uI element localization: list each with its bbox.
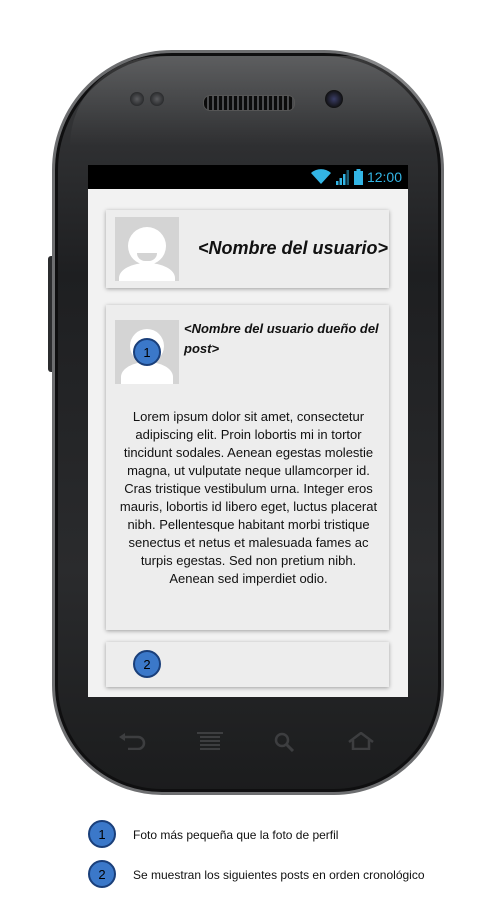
status-bar: 12:00 bbox=[88, 165, 408, 189]
post-body-text: Lorem ipsum dolor sit amet, consectetur … bbox=[119, 409, 378, 586]
search-icon[interactable] bbox=[274, 732, 296, 752]
user-avatar-icon[interactable] bbox=[115, 217, 179, 281]
phone-screen: 12:00 <Nombre del usuario> <Nombre del u… bbox=[88, 165, 408, 697]
wifi-icon bbox=[310, 169, 331, 184]
profile-card[interactable]: <Nombre del usuario> bbox=[106, 210, 389, 288]
legend-text-2: Se muestran los siguientes posts en orde… bbox=[133, 868, 425, 882]
earpiece-speaker bbox=[203, 95, 295, 111]
signal-icon bbox=[335, 170, 349, 185]
home-icon[interactable] bbox=[347, 732, 375, 750]
status-time: 12:00 bbox=[366, 169, 402, 185]
annotation-marker-2: 2 bbox=[133, 650, 161, 678]
battery-icon bbox=[353, 169, 363, 185]
legend-marker-1: 1 bbox=[88, 820, 116, 848]
annotation-marker-1: 1 bbox=[133, 338, 161, 366]
front-camera-icon bbox=[325, 90, 343, 108]
back-icon[interactable] bbox=[118, 732, 146, 750]
legend-text-1: Foto más pequeña que la foto de perfil bbox=[133, 828, 339, 842]
menu-icon[interactable] bbox=[197, 732, 223, 752]
post-owner-name[interactable]: <Nombre del usuario dueño del post> bbox=[184, 319, 384, 359]
legend-marker-2: 2 bbox=[88, 860, 116, 888]
proximity-sensor-icon bbox=[130, 92, 144, 106]
profile-user-name: <Nombre del usuario> bbox=[198, 238, 389, 258]
light-sensor-icon bbox=[150, 92, 164, 106]
